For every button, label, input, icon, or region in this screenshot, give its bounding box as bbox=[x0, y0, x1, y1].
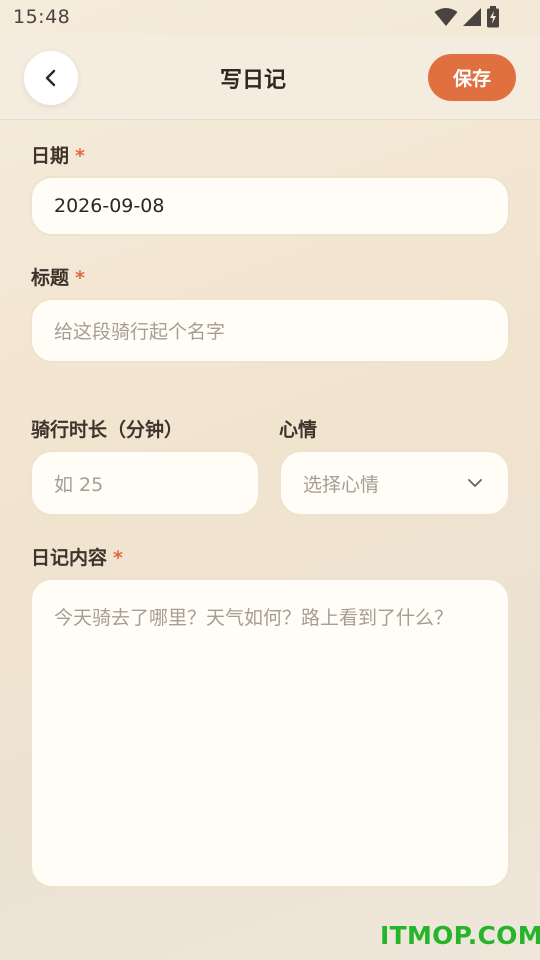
status-icons bbox=[434, 6, 500, 28]
duration-label: 骑行时长（分钟） bbox=[31, 415, 183, 442]
watermark-logo: ITMOP.COM bbox=[380, 921, 540, 950]
duration-label-text: 骑行时长（分钟） bbox=[31, 419, 184, 441]
duration-placeholder: 如 25 bbox=[54, 473, 104, 496]
date-label-text: 日期 bbox=[31, 145, 70, 167]
date-value: 2026-09-08 bbox=[54, 195, 165, 217]
title-input[interactable]: 给这段骑行起个名字 bbox=[30, 298, 510, 363]
wifi-icon bbox=[434, 8, 458, 26]
title-placeholder: 给这段骑行起个名字 bbox=[54, 321, 226, 343]
title-label-text: 标题 bbox=[31, 267, 70, 289]
chevron-down-icon bbox=[468, 479, 482, 487]
status-time: 15:48 bbox=[13, 6, 71, 28]
mood-placeholder: 选择心情 bbox=[303, 473, 380, 496]
content-textarea[interactable]: 今天骑去了哪里？天气如何？路上看到了什么？ bbox=[30, 578, 510, 888]
signal-icon bbox=[463, 8, 481, 26]
required-mark: * bbox=[75, 267, 85, 289]
required-mark: * bbox=[113, 547, 123, 569]
top-bar: 写日记 保存 bbox=[0, 36, 540, 120]
date-field[interactable]: 2026-09-08 bbox=[30, 176, 510, 236]
date-label: 日期 * bbox=[31, 141, 85, 168]
mood-select[interactable]: 选择心情 bbox=[279, 450, 510, 516]
mood-label: 心情 bbox=[279, 415, 317, 442]
battery-charging-icon bbox=[487, 6, 499, 28]
content-placeholder: 今天骑去了哪里？天气如何？路上看到了什么？ bbox=[54, 607, 454, 629]
title-label: 标题 * bbox=[31, 263, 85, 290]
save-button[interactable]: 保存 bbox=[428, 54, 516, 101]
mood-label-text: 心情 bbox=[279, 419, 318, 441]
duration-input[interactable]: 如 25 bbox=[30, 450, 260, 516]
content-label-text: 日记内容 bbox=[31, 547, 108, 569]
required-mark: * bbox=[75, 145, 85, 167]
content-label: 日记内容 * bbox=[31, 543, 123, 570]
status-bar: 15:48 bbox=[0, 0, 540, 36]
